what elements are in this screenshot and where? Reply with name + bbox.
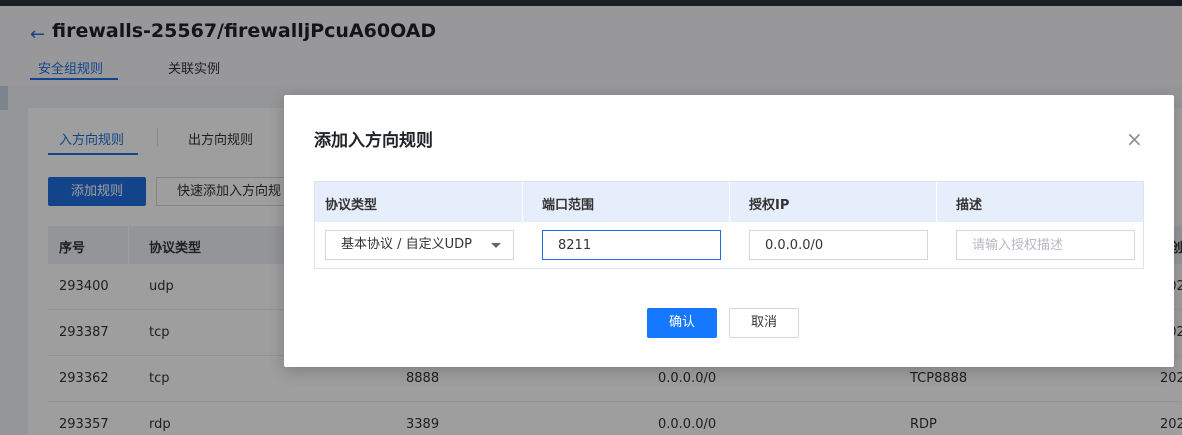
chevron-down-icon	[491, 243, 501, 248]
protocol-select[interactable]: 基本协议 / 自定义UDP	[325, 230, 514, 260]
confirm-button[interactable]: 确认	[647, 308, 717, 338]
port-range-input[interactable]	[542, 230, 721, 260]
column-divider	[522, 182, 523, 222]
form-header-authorized-ip: 授权IP	[749, 198, 790, 213]
authorized-ip-input[interactable]	[749, 230, 928, 260]
column-divider	[729, 182, 730, 222]
add-inbound-rule-dialog: 添加入方向规则 × 协议类型 端口范围 授权IP 描述 基本协议 / 自定义UD…	[284, 95, 1174, 367]
column-divider	[936, 182, 937, 222]
close-icon[interactable]: ×	[1126, 129, 1143, 149]
form-header-description: 描述	[956, 198, 983, 213]
form-header-port-range: 端口范围	[542, 198, 595, 213]
rule-form-header: 协议类型 端口范围 授权IP 描述	[315, 182, 1143, 222]
cancel-button[interactable]: 取消	[729, 308, 799, 338]
rule-form-table: 协议类型 端口范围 授权IP 描述 基本协议 / 自定义UDP	[314, 181, 1144, 269]
description-input[interactable]	[956, 230, 1135, 260]
protocol-select-value: 基本协议 / 自定义UDP	[341, 237, 473, 252]
dialog-title: 添加入方向规则	[314, 131, 433, 151]
form-header-protocol: 协议类型	[325, 198, 378, 213]
